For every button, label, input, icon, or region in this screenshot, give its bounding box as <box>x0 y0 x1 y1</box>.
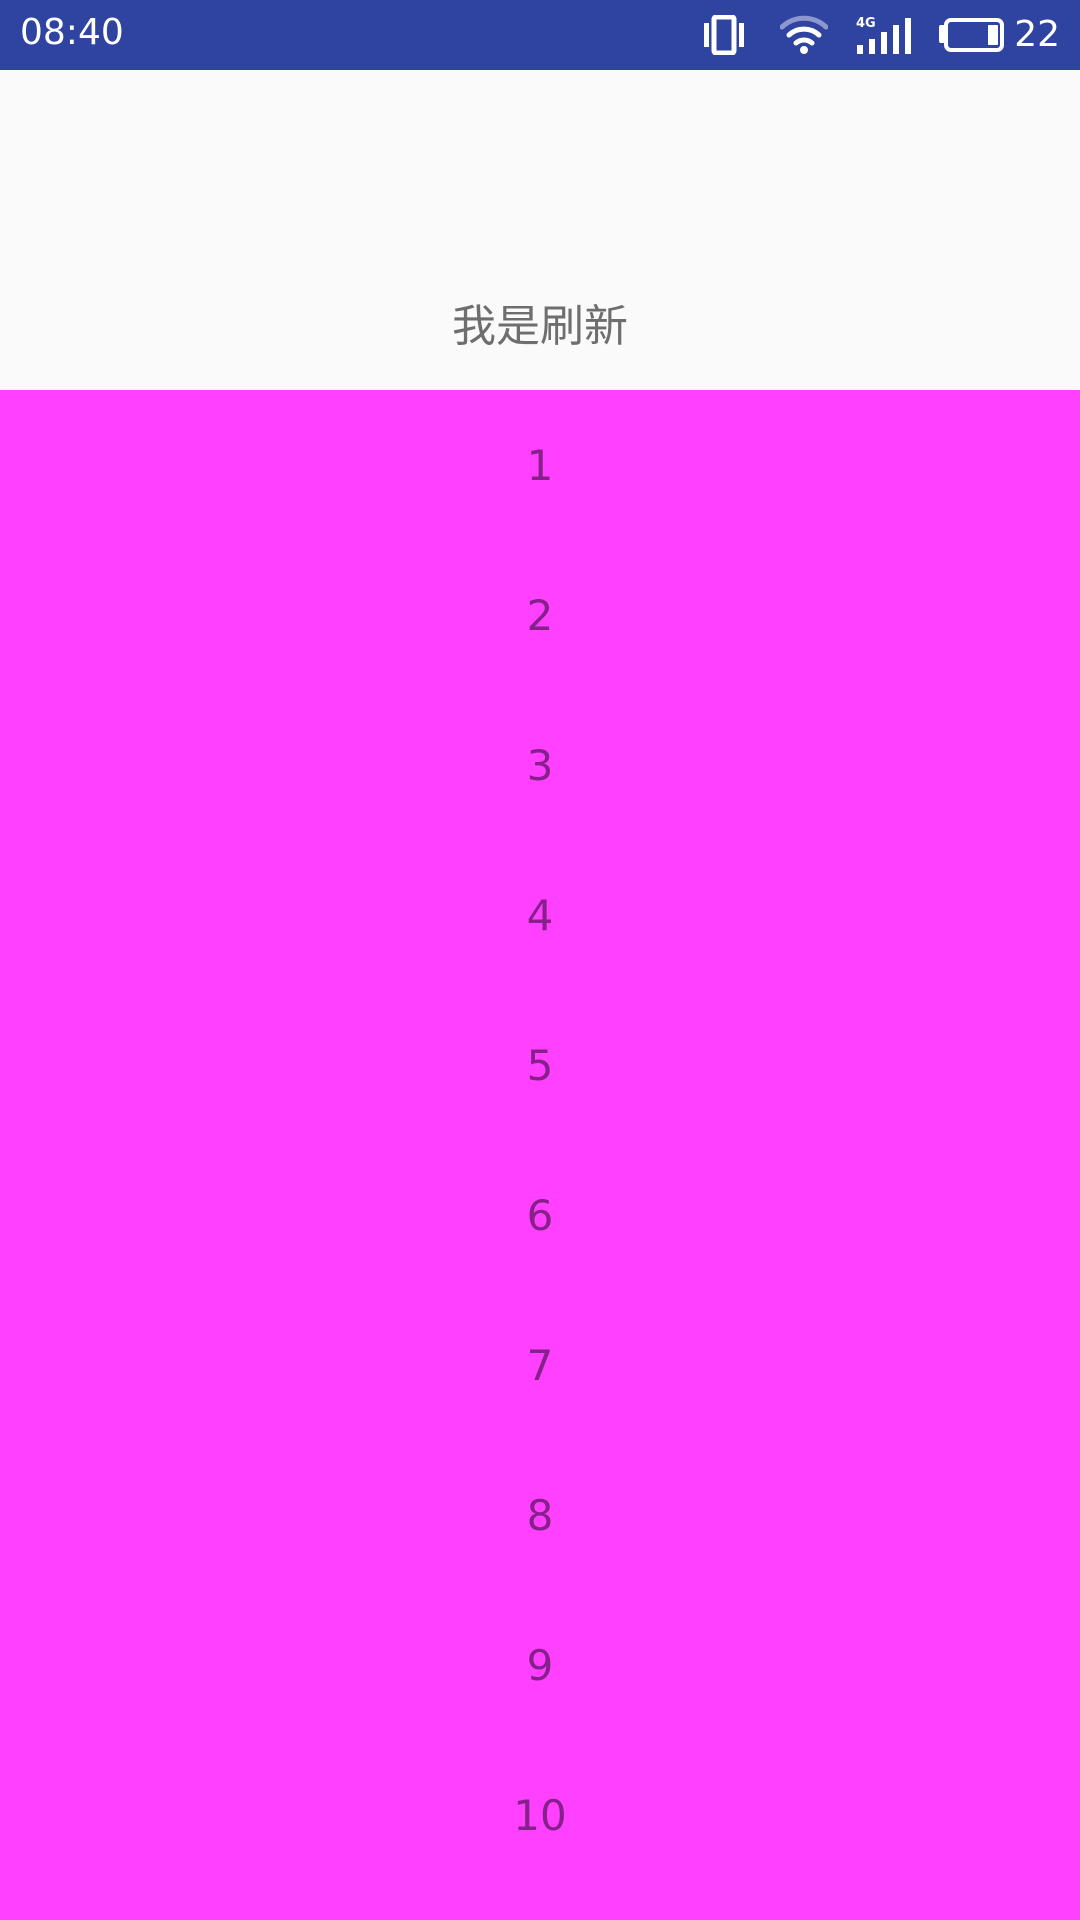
number-list[interactable]: 1 2 3 4 5 6 7 8 9 10 <box>0 390 1080 1920</box>
list-item[interactable]: 7 <box>0 1290 1080 1440</box>
list-item[interactable]: 8 <box>0 1440 1080 1590</box>
refresh-label: 我是刷新 <box>452 301 628 352</box>
list-item[interactable]: 1 <box>0 390 1080 540</box>
pull-to-refresh-header: 我是刷新 <box>0 70 1080 390</box>
wifi-icon <box>780 15 829 55</box>
vibrate-icon <box>702 15 746 55</box>
list-item[interactable]: 4 <box>0 840 1080 990</box>
list-item[interactable]: 2 <box>0 540 1080 690</box>
status-time: 08:40 <box>20 12 124 53</box>
battery-level: 22 <box>1014 14 1060 55</box>
list-item[interactable]: 5 <box>0 990 1080 1140</box>
list-item[interactable]: 9 <box>0 1590 1080 1740</box>
list-item[interactable]: 3 <box>0 690 1080 840</box>
signal-4g-icon: 4G <box>854 15 912 55</box>
network-type-label: 4G <box>856 16 876 31</box>
list-item[interactable]: 6 <box>0 1140 1080 1290</box>
status-bar: 08:40 4G 22 <box>0 0 1080 70</box>
list-item[interactable]: 10 <box>0 1740 1080 1890</box>
battery-icon <box>938 17 1006 53</box>
status-icons: 4G 22 <box>702 0 1060 70</box>
